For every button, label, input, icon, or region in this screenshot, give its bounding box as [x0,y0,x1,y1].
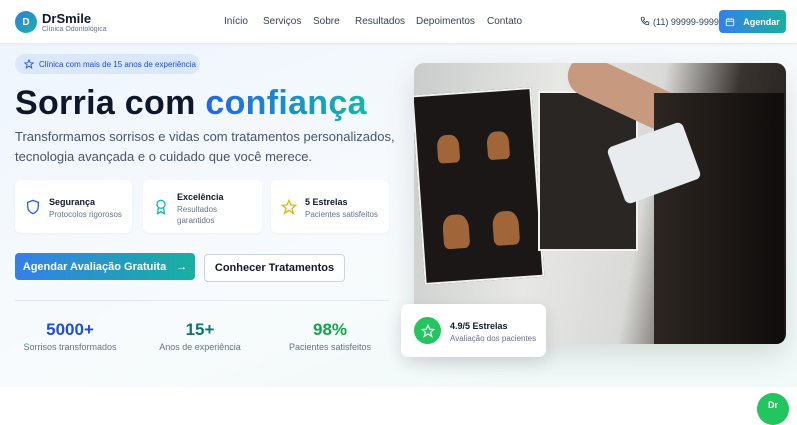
arrow-right-icon: → [176,260,188,273]
feature-card-seguranca: Segurança Protocolos rigorosos [15,180,132,233]
brand-subtitle: Clínica Odontológica [42,26,107,33]
conhecer-tratamentos-button[interactable]: Conhecer Tratamentos [204,254,345,282]
nav-contato[interactable]: Contato [487,16,522,27]
nav-resultados[interactable]: Resultados [355,16,405,27]
stat-value: 15+ [185,320,215,339]
nav-inicio[interactable]: Início [224,16,248,27]
logo-letter: D [22,16,30,28]
shield-icon [27,199,39,215]
divider [15,300,389,301]
button-label: Agendar Avaliação Gratuita [22,260,167,273]
floating-action-button[interactable]: Dr [757,393,789,425]
agendar-label: Agendar [743,16,780,27]
brand-name[interactable]: DrSmile [42,11,91,26]
star-icon [420,323,435,338]
nav-depoimentos[interactable]: Depoimentos [416,16,475,27]
feature-title: 5 Estrelas [305,197,348,207]
feature-desc: Protocolos rigorosos [49,210,122,219]
stat-value: 98% [312,320,348,339]
agendar-avaliacao-button[interactable]: Agendar Avaliação Gratuita → [15,253,195,280]
calendar-icon [726,17,735,26]
agendar-button[interactable]: Agendar [719,10,786,33]
title-main: Sorria com [15,84,206,122]
phone-number: (11) 99999-9999 [653,17,719,27]
hero-subtitle: Transformamos sorrisos e vidas com trata… [15,129,395,164]
feature-title: Excelência [177,192,224,202]
stat-label: Anos de experiência [159,342,241,352]
star-icon [24,59,34,69]
hero-title: Sorria com confiança [15,84,367,123]
title-accent: confiança [205,84,367,122]
stat-sorrisos: 5000+ Sorrisos transformados [5,320,135,352]
badge-text: Clínica com mais de 15 anos de experiênc… [39,59,196,69]
feature-card-estrelas: 5 Estrelas Pacientes satisfeitos [271,180,389,233]
stat-anos: 15+ Anos de experiência [135,320,265,352]
hero-image-dentist-xray [414,63,786,344]
experience-badge: Clínica com mais de 15 anos de experiênc… [15,54,200,74]
phone-link[interactable]: (11) 99999-9999 [640,16,719,27]
rating-card: 4.9/5 Estrelas Avaliação dos pacientes [401,304,546,357]
phone-icon [640,16,650,26]
feature-title: Segurança [49,197,96,207]
feature-card-excelencia: Excelência Resultados garantidos [143,180,262,233]
rating-title: 4.9/5 Estrelas [450,321,508,331]
header: D DrSmile Clínica Odontológica Início Se… [0,0,797,44]
stat-value: 5000+ [46,320,94,339]
logo[interactable]: D [15,11,37,33]
stat-label: Pacientes satisfeitos [288,342,372,352]
award-icon [156,199,166,215]
next-section [0,387,797,407]
feature-desc: Resultados garantidos [177,205,218,225]
star-icon [281,198,297,215]
nav-sobre[interactable]: Sobre [313,16,340,27]
stat-satisfeitos: 98% Pacientes satisfeitos [265,320,395,352]
rating-subtitle: Avaliação dos pacientes [450,334,537,343]
xray-film [414,87,545,285]
stat-label: Sorrisos transformados [23,342,117,352]
rating-badge [414,317,441,344]
nav-servicos[interactable]: Serviços [263,16,301,27]
feature-desc: Pacientes satisfeitos [305,210,378,219]
